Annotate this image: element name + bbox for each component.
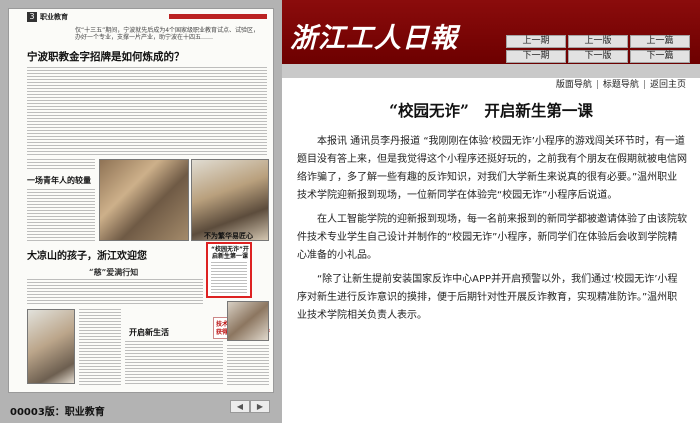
page-number-badge: 3 [27,12,37,22]
sub-banner [282,64,700,78]
top-links: 版面导航 | 标题导航 | 返回主页 [554,77,688,90]
newspaper-logo: 浙江工人日報 [290,23,458,54]
home-link[interactable]: 返回主页 [648,80,688,90]
title-nav-link[interactable]: 标题导航 [601,80,641,90]
divider: | [642,80,646,90]
prev-page-button[interactable]: 上一版 [568,35,628,48]
news-photo [27,309,75,384]
text-column [227,345,269,385]
next-issue-button[interactable]: 下一期 [506,50,566,63]
highlight-title: “校园无诈”开启新生第一课 [211,246,249,260]
text-column [125,341,223,385]
divider: | [595,80,599,90]
next-page-button[interactable]: 下一版 [568,50,628,63]
text-column [27,279,203,305]
preview-subheadline-1[interactable]: 一场青年人的较量 [27,175,91,186]
article-paragraph: “除了让新生提前安装国家反诈中心APP并开启预警以外，我们通过‘校园无诈’小程序… [297,274,678,321]
page-arrows: ◀ ▶ [230,400,270,413]
prev-arrow-button[interactable]: ◀ [230,400,250,413]
prev-issue-button[interactable]: 上一期 [506,35,566,48]
text-column [79,309,121,385]
next-arrow-button[interactable]: ▶ [250,400,270,413]
issue-label: 00003版：职业教育 [10,407,105,418]
preview-subheadline-5[interactable]: 不为繁华易匠心 [204,231,253,241]
article-paragraph: 本报讯 通讯员李丹报道 “我刚刚在体验‘校园无诈’小程序的游戏闯关环节时，有一道… [297,136,687,201]
masthead-banner: 浙江工人日報 上一期 上一版 上一篇 下一期 下一版 下一篇 [282,0,700,64]
article-body: 本报讯 通讯员李丹报道 “我刚刚在体验‘校园无诈’小程序的游戏闯关环节时，有一道… [297,133,687,331]
layout-nav-link[interactable]: 版面导航 [554,80,594,90]
preview-lead-text: 仅“十三五”期间，宁波就先后成为4个国家级职业教育试点、试验区，办好一个专业，支… [75,27,260,41]
page-header: 3 职业教育 [9,9,273,23]
page-section-label: 职业教育 [40,13,68,21]
text-column [27,189,95,241]
header-bar [169,14,267,19]
news-photo [227,301,269,341]
selected-article-highlight[interactable]: “校园无诈”开启新生第一课 [206,242,252,298]
news-photo [99,159,189,241]
newspaper-page-thumbnail[interactable]: 3 职业教育 仅“十三五”期间，宁波就先后成为4个国家级职业教育试点、试验区，办… [8,8,274,393]
prev-article-button[interactable]: 上一篇 [630,35,690,48]
preview-subheadline-4[interactable]: 开启新生活 [129,327,169,338]
preview-headline[interactable]: 宁波职教金字招牌是如何炼成的？ [27,49,185,64]
text-column [211,262,247,294]
news-photo [191,159,269,241]
article-title: “校园无诈” 开启新生第一课 [389,101,593,120]
text-column [27,159,95,171]
preview-subheadline-3[interactable]: “慈”爱满行知 [89,267,138,278]
preview-subheadline-2[interactable]: 大凉山的孩子，浙江欢迎您 [27,247,147,262]
next-article-button[interactable]: 下一篇 [630,50,690,63]
article-paragraph: 在人工智能学院的迎新报到现场，每一名前来报到的新同学都被邀请体验了由该院软件技术… [297,214,687,261]
text-column [27,67,267,157]
page-preview-pane: 3 职业教育 仅“十三五”期间，宁波就先后成为4个国家级职业教育试点、试验区，办… [0,0,282,423]
